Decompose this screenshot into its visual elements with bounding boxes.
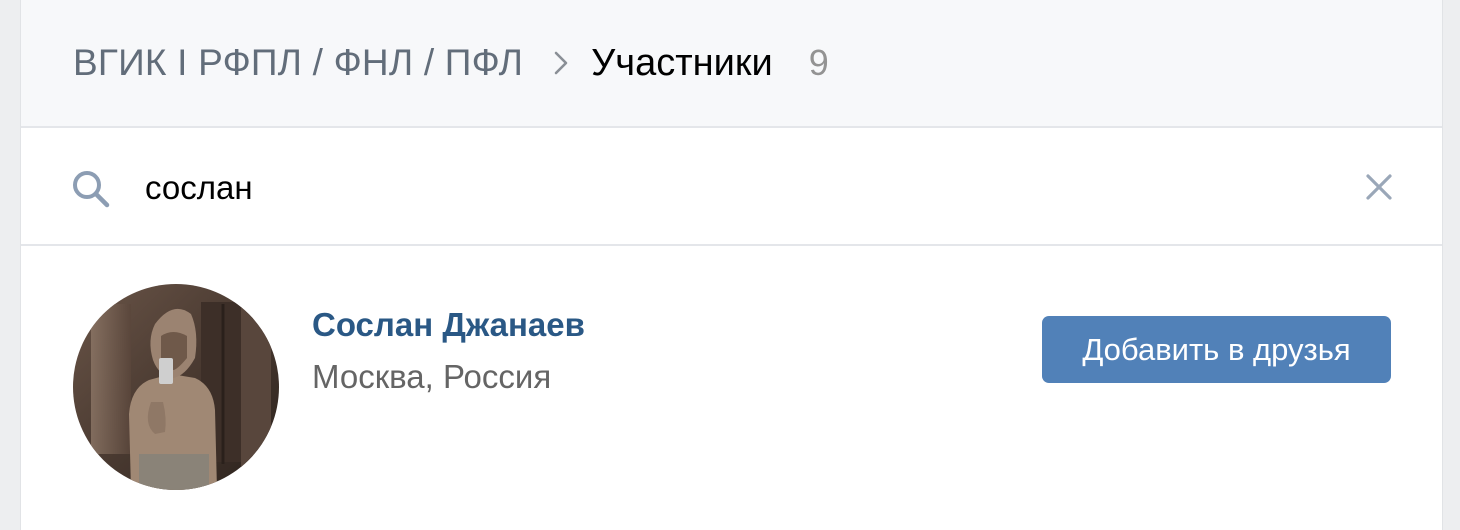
member-name-link[interactable]: Сослан Джанаев (312, 306, 585, 344)
breadcrumb-group-link[interactable]: ВГИК I РФПЛ / ФНЛ / ПФЛ (73, 42, 523, 84)
member-search-bar (21, 128, 1442, 246)
member-location: Москва, Россия (312, 358, 552, 395)
page-title: Участники (591, 41, 773, 84)
page-header: ВГИК I РФПЛ / ФНЛ / ПФЛ Участники 9 (21, 0, 1442, 128)
member-list-item (21, 246, 1442, 528)
chevron-right-icon (553, 50, 569, 76)
search-icon (71, 169, 111, 214)
close-icon[interactable] (1364, 172, 1394, 207)
add-friend-button[interactable]: Добавить в друзья (1042, 316, 1391, 383)
search-input[interactable] (145, 166, 1325, 210)
avatar[interactable] (73, 284, 279, 490)
members-card: ВГИК I РФПЛ / ФНЛ / ПФЛ Участники 9 сосл… (20, 0, 1443, 530)
member-count: 9 (808, 42, 829, 83)
